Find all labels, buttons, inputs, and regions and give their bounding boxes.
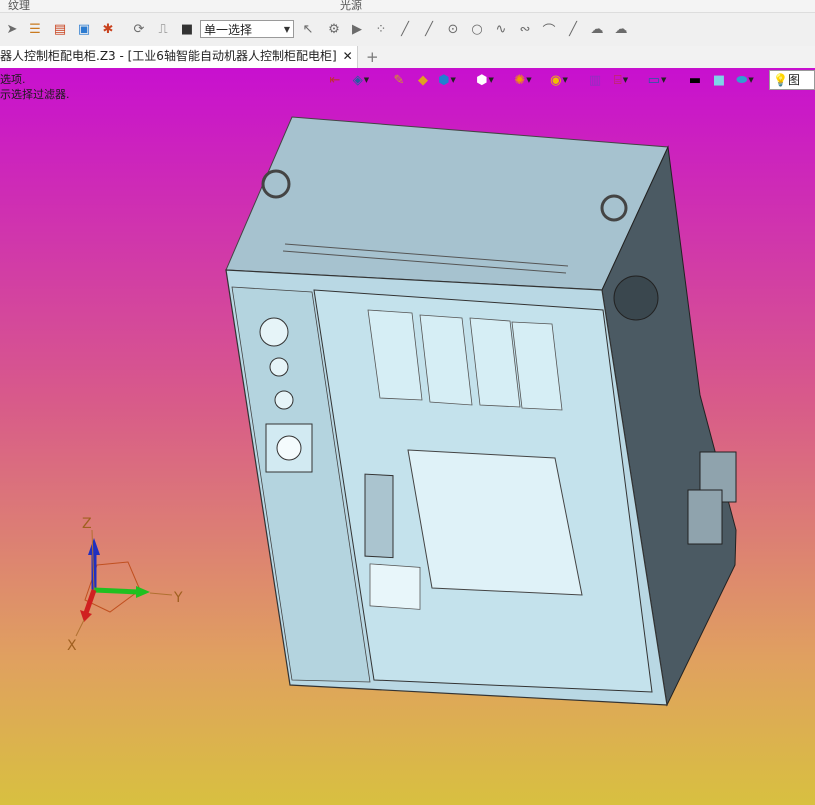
indicator-light-1 [259,317,289,347]
y-axis-arrow [136,586,150,598]
indicator-light-3 [274,390,294,410]
mounting-plate [407,449,583,596]
z-axis-arrow [88,538,100,555]
cabinet-model[interactable] [225,116,737,707]
model-canvas: Z Y X [67,116,737,707]
indicator-light-2 [269,357,289,377]
x-axis-label: X [67,638,77,654]
y-axis-line [149,592,173,596]
z-axis-label: Z [82,516,92,532]
y-axis-label: Y [173,590,183,606]
x-axis-line [75,619,85,637]
hinge-2 [687,489,723,545]
axis-triad: Z Y X [67,516,183,654]
fan-grill [613,275,659,321]
din-rail [364,473,394,559]
terminal-block [369,563,421,610]
y-axis-shaft [93,587,139,595]
rotary-knob [276,435,302,461]
